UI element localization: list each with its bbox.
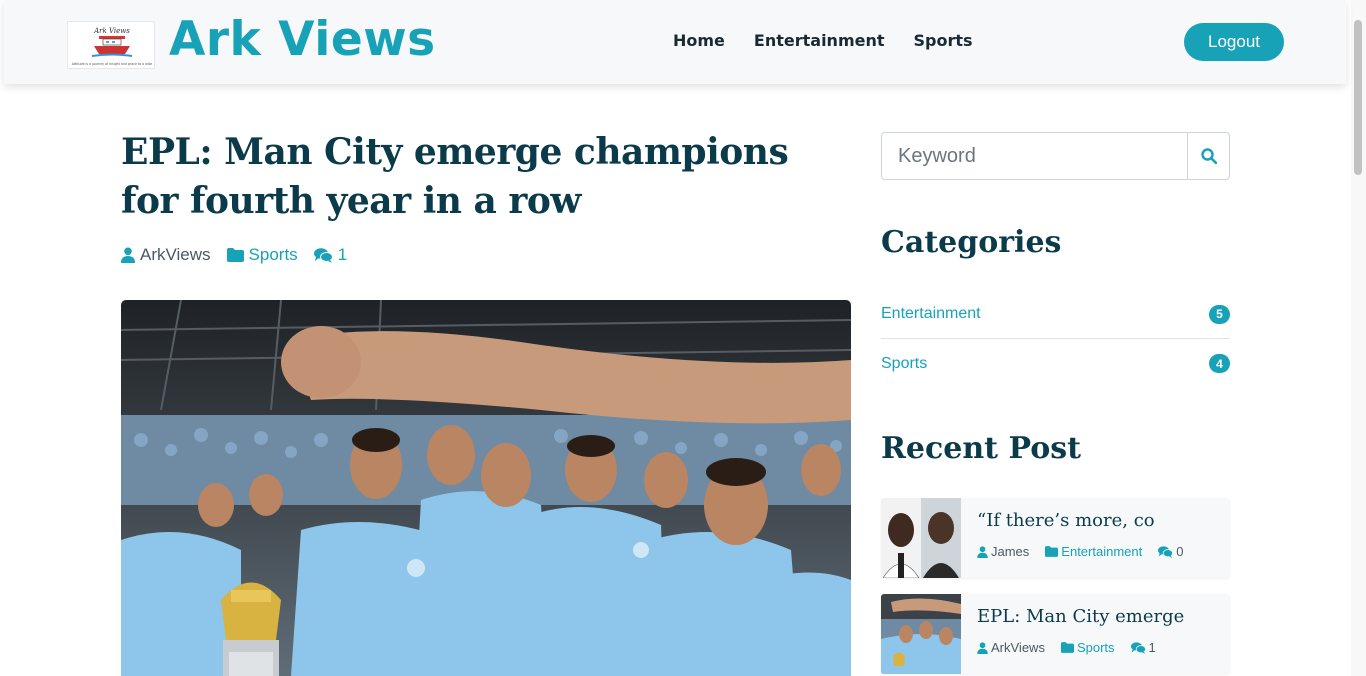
author-name: ArkViews: [140, 245, 211, 264]
search-form: [881, 132, 1230, 180]
brand-name[interactable]: Ark Views: [169, 8, 436, 72]
category-name[interactable]: Sports: [881, 355, 927, 373]
recent-post-item[interactable]: “If there’s more, co James Entertainment: [881, 498, 1230, 578]
scrollbar-thumb[interactable]: [1354, 20, 1362, 175]
nav-home[interactable]: Home: [673, 31, 725, 50]
main-nav: Home Entertainment Sports: [673, 31, 1002, 50]
category-link[interactable]: Sports: [249, 245, 298, 265]
categories-heading: Categories: [881, 225, 1062, 260]
article-comments[interactable]: 1: [313, 245, 347, 265]
nav-sports[interactable]: Sports: [914, 31, 973, 50]
recent-post-category[interactable]: Entertainment: [1045, 544, 1142, 559]
user-icon: [977, 641, 988, 654]
recent-post-comments[interactable]: 0: [1158, 544, 1183, 559]
svg-text:Attitude is a journey of insig: Attitude is a journey of insight and gra…: [72, 62, 152, 66]
recent-post-author: ArkViews: [977, 640, 1045, 655]
navbar: Ark Views Attitude is a journey of insig…: [4, 0, 1346, 84]
user-icon: [121, 247, 135, 263]
search-icon: [1200, 148, 1217, 164]
recent-post-title[interactable]: “If there’s more, co: [977, 510, 1199, 536]
category-count-badge: 4: [1209, 354, 1230, 373]
recent-post-category[interactable]: Sports: [1060, 640, 1115, 655]
comments-icon: [1130, 641, 1146, 654]
recent-post-author: James: [977, 544, 1029, 559]
comments-icon: [313, 247, 333, 263]
search-input[interactable]: [882, 133, 1187, 179]
svg-text:Ark Views: Ark Views: [93, 27, 130, 35]
page-scrollbar[interactable]: [1351, 0, 1366, 676]
article-title: EPL: Man City emerge champions for fourt…: [121, 131, 789, 222]
category-link[interactable]: Sports: [1077, 640, 1115, 655]
folder-icon: [1060, 642, 1074, 653]
article-meta: ArkViews Sports 1: [121, 245, 363, 265]
user-icon: [977, 545, 988, 558]
nav-entertainment[interactable]: Entertainment: [754, 31, 885, 50]
author-name: ArkViews: [991, 640, 1045, 655]
category-link[interactable]: Entertainment: [1061, 544, 1142, 559]
recent-post-body: “If there’s more, co James Entertainment: [961, 498, 1199, 578]
recent-post-title[interactable]: EPL: Man City emerge: [977, 606, 1184, 632]
article-author: ArkViews: [121, 245, 211, 265]
category-item[interactable]: Entertainment 5: [881, 290, 1230, 339]
recent-post-item[interactable]: EPL: Man City emerge ArkViews Sports 1: [881, 594, 1230, 674]
article-hero-image: [121, 300, 851, 676]
recent-post-meta: James Entertainment 0: [977, 544, 1199, 559]
category-item[interactable]: Sports 4: [881, 339, 1230, 388]
comment-count: 1: [1148, 640, 1156, 655]
folder-icon: [226, 248, 244, 262]
site-logo[interactable]: Ark Views Attitude is a journey of insig…: [67, 21, 155, 69]
recent-post-meta: ArkViews Sports 1: [977, 640, 1184, 655]
comment-count: 0: [1176, 544, 1184, 559]
author-name: James: [991, 544, 1030, 559]
comment-count[interactable]: 1: [338, 245, 347, 265]
recent-post-thumbnail: [881, 498, 961, 578]
recent-post-heading: Recent Post: [881, 431, 1081, 466]
recent-post-comments[interactable]: 1: [1130, 640, 1156, 655]
recent-post-thumbnail: [881, 594, 961, 674]
folder-icon: [1045, 546, 1059, 557]
logout-button[interactable]: Logout: [1184, 23, 1284, 61]
category-count-badge: 5: [1209, 304, 1230, 324]
category-name[interactable]: Entertainment: [881, 305, 981, 323]
category-list: Entertainment 5 Sports 4: [881, 290, 1230, 388]
search-button[interactable]: [1187, 133, 1229, 179]
comments-icon: [1158, 545, 1174, 558]
recent-post-body: EPL: Man City emerge ArkViews Sports 1: [961, 594, 1184, 674]
article-category[interactable]: Sports: [226, 245, 298, 265]
